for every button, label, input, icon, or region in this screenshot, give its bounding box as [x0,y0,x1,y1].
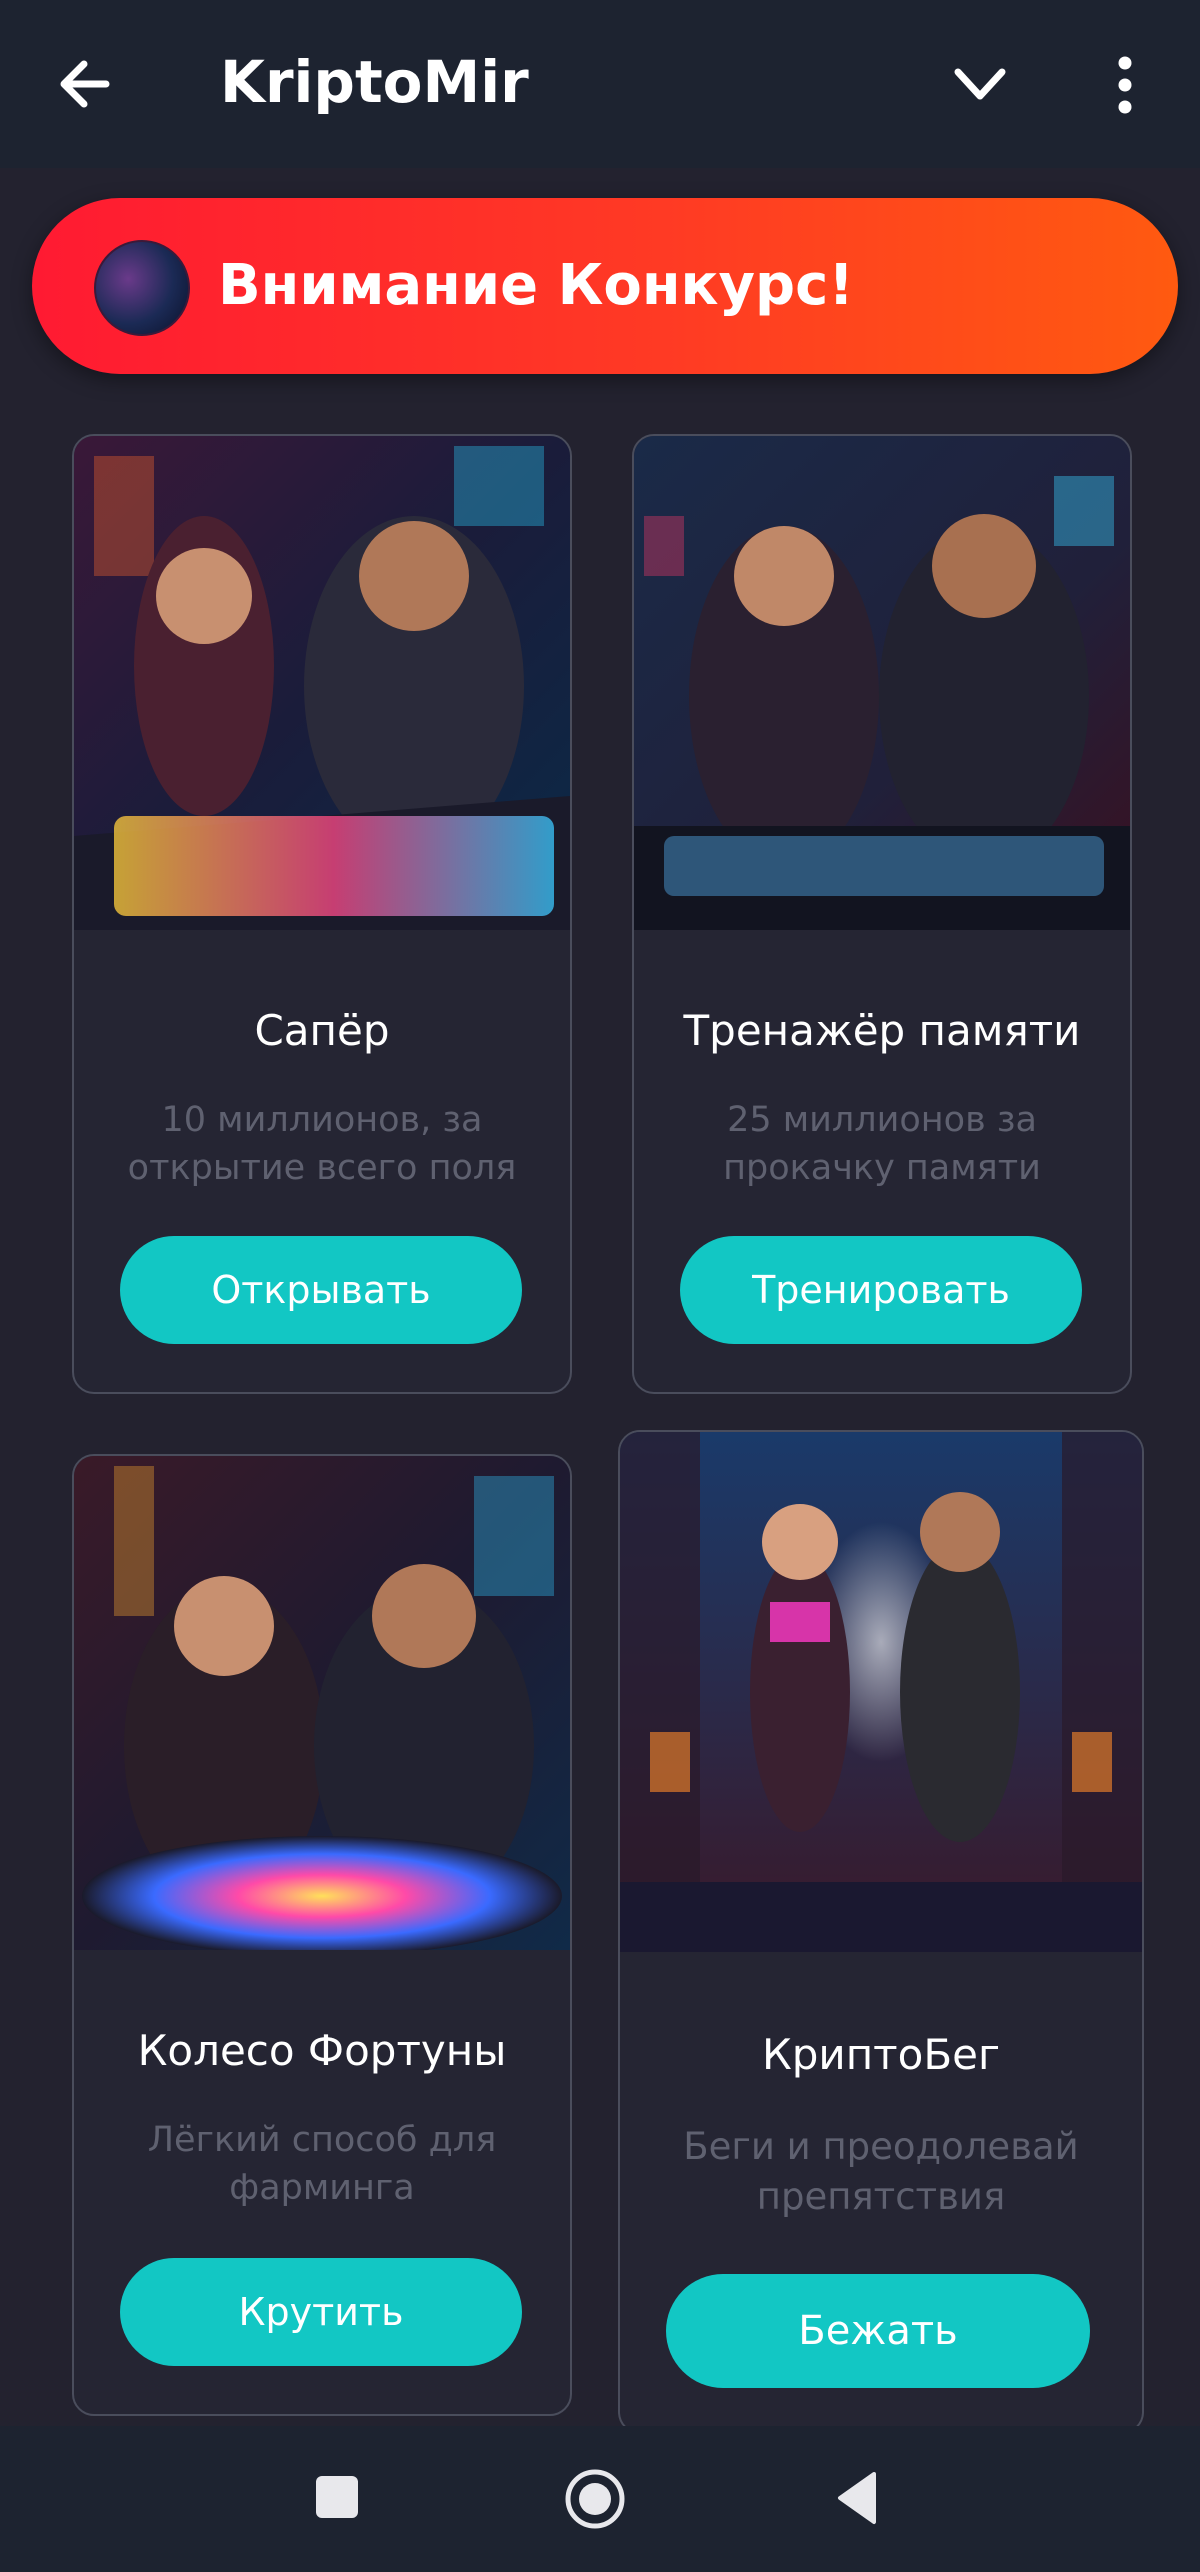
card-description: Беги и преодолевай препятствия [683,2125,1079,2218]
open-button[interactable]: Открывать [120,1236,522,1344]
card-title: Сапёр [254,1006,390,1055]
game-card-wheel: Колесо Фортуны Лёгкий способ для фарминг… [72,1454,572,2416]
spin-button[interactable]: Крутить [120,2258,522,2366]
nav-triangle-icon[interactable] [834,2470,878,2526]
card-description: 25 миллионов за прокачку памяти [723,1100,1041,1188]
nav-circle-icon[interactable] [564,2468,626,2530]
card-title: Тренажёр памяти [683,1006,1081,1055]
banner-avatar [94,240,190,336]
card-image-run [620,1432,1142,1952]
app-title: KriptoMir [220,48,529,116]
game-card-run: КриптоБег Беги и преодолевай препятствия… [618,1430,1144,2434]
card-image-saper [74,436,570,930]
card-title: КриптоБег [761,2030,1001,2079]
more-vert-icon[interactable] [1110,56,1140,114]
game-card-saper: Сапёр 10 миллионов, за открытие всего по… [72,434,572,1394]
app-bar: KriptoMir [0,0,1200,168]
card-title: Колесо Фортуны [137,2026,507,2075]
card-image-wheel [74,1456,570,1950]
chevron-down-icon[interactable] [952,62,1008,106]
card-description: 10 миллионов, за открытие всего поля [127,1100,517,1188]
game-card-memory: Тренажёр памяти 25 миллионов за прокачку… [632,434,1132,1394]
banner-text: Внимание Конкурс! [218,253,854,318]
card-description: Лёгкий способ для фарминга [147,2120,497,2208]
back-arrow-icon[interactable] [56,52,116,116]
contest-banner[interactable]: Внимание Конкурс! [32,198,1178,374]
nav-square-icon[interactable] [314,2474,360,2520]
run-button[interactable]: Бежать [666,2274,1090,2388]
card-image-memory [634,436,1130,930]
train-button[interactable]: Тренировать [680,1236,1082,1344]
system-nav-bar [0,2426,1200,2572]
